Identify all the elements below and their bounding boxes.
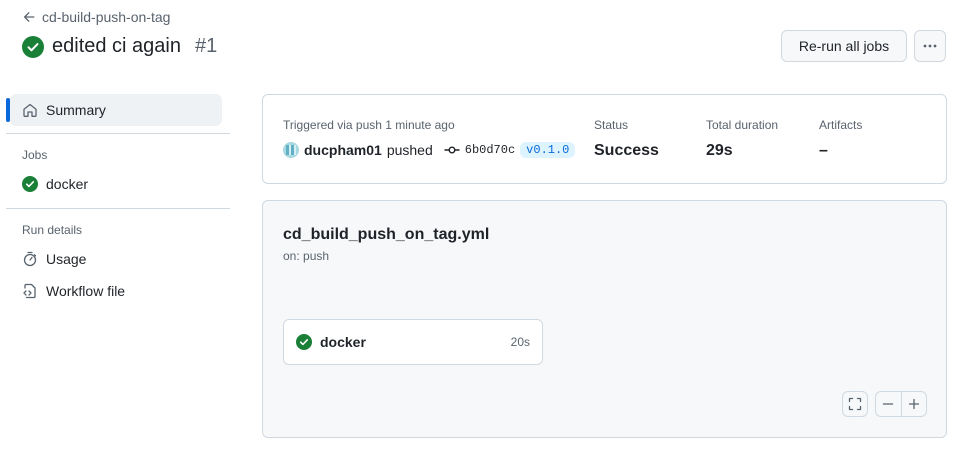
screen-full-icon	[848, 397, 862, 411]
status-info: Status Success	[594, 118, 659, 160]
divider	[6, 208, 230, 209]
sidebar-item-workflow-file[interactable]: Workflow file	[6, 275, 230, 307]
duration-info: Total duration 29s	[706, 118, 778, 160]
workflow-trigger: on: push	[283, 249, 330, 263]
sidebar-item-label: Summary	[46, 102, 106, 118]
duration-value: 29s	[706, 142, 733, 159]
sidebar-item-label: Usage	[46, 251, 87, 267]
trigger-info: Triggered via push 1 minute ago ducpham0…	[283, 118, 576, 158]
zoom-controls	[875, 391, 927, 417]
workflow-graph: cd_build_push_on_tag.yml on: push docker…	[262, 200, 947, 438]
run-details-heading: Run details	[22, 223, 83, 237]
dash-icon	[883, 403, 894, 405]
arrow-left-icon	[23, 12, 35, 22]
back-link-label: cd-build-push-on-tag	[42, 9, 171, 25]
artifacts-label: Artifacts	[819, 118, 863, 132]
duration-label: Total duration	[706, 118, 779, 132]
success-check-icon	[22, 176, 38, 192]
fullscreen-button[interactable]	[842, 391, 868, 417]
tag-badge[interactable]: v0.1.0	[520, 142, 576, 158]
more-options-button[interactable]	[914, 30, 946, 62]
status-value: Success	[594, 142, 659, 159]
sidebar-item-usage[interactable]: Usage	[6, 243, 230, 275]
artifacts-info: Artifacts –	[819, 118, 862, 160]
user-link[interactable]: ducpham01	[304, 142, 382, 158]
divider	[6, 133, 230, 134]
avatar[interactable]	[283, 142, 299, 158]
success-check-icon	[296, 334, 312, 350]
home-icon	[23, 103, 37, 117]
stopwatch-icon	[23, 251, 37, 267]
sidebar-item-summary[interactable]: Summary	[6, 94, 222, 126]
plus-icon	[908, 398, 919, 410]
zoom-in-button[interactable]	[900, 392, 927, 416]
run-number: #1	[194, 35, 218, 57]
page-title: edited ci again #1	[22, 35, 217, 58]
job-duration: 20s	[510, 335, 530, 349]
success-check-icon	[22, 35, 44, 58]
workflow-file-name[interactable]: cd_build_push_on_tag.yml	[283, 226, 489, 244]
job-name: docker	[320, 334, 366, 350]
status-label: Status	[594, 118, 629, 132]
jobs-heading: Jobs	[22, 148, 48, 162]
artifacts-value: –	[819, 142, 828, 159]
kebab-horizontal-icon	[923, 44, 937, 48]
job-node-docker[interactable]: docker 20s	[283, 319, 543, 365]
run-title: edited ci again	[52, 35, 181, 57]
trigger-label: Triggered via push 1 minute ago	[283, 118, 455, 132]
git-commit-icon	[444, 142, 460, 158]
commit-sha-link[interactable]: 6b0d70c	[465, 143, 515, 157]
sidebar-item-label: Workflow file	[46, 283, 126, 299]
zoom-out-button[interactable]	[876, 392, 901, 416]
trigger-action: pushed	[386, 142, 433, 158]
run-summary-card: Triggered via push 1 minute ago ducpham0…	[262, 94, 947, 184]
sidebar-item-label: docker	[46, 176, 89, 192]
trigger-details: ducpham01 pushed 6b0d70c v0.1.0	[283, 142, 576, 158]
file-code-icon	[23, 283, 36, 299]
sidebar: Summary Jobs docker Run details Usage Wo…	[6, 94, 230, 307]
rerun-all-jobs-button[interactable]: Re-run all jobs	[781, 30, 907, 62]
back-link[interactable]: cd-build-push-on-tag	[22, 9, 170, 25]
sidebar-item-docker[interactable]: docker	[6, 168, 230, 200]
